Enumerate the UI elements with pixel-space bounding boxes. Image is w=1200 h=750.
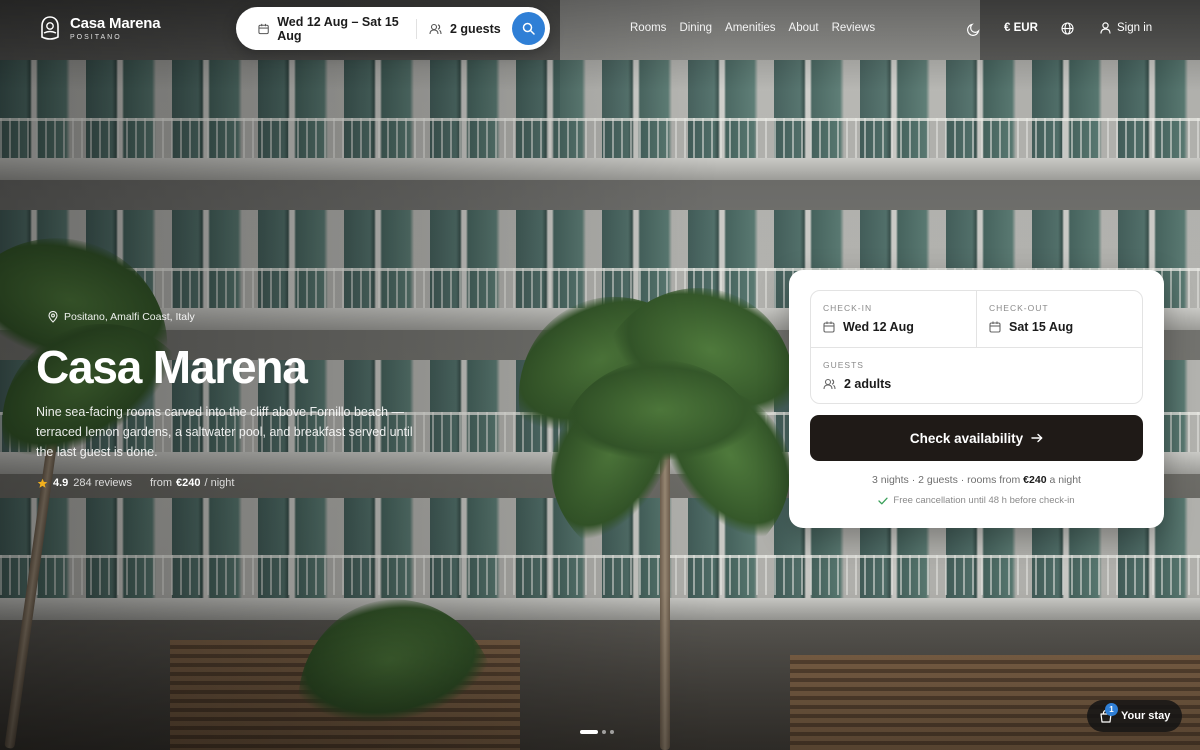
slider-dot-2[interactable] bbox=[602, 730, 606, 734]
language-selector[interactable] bbox=[1060, 21, 1074, 35]
guests-count-value: 2 adults bbox=[844, 377, 892, 391]
dark-mode-toggle[interactable] bbox=[966, 21, 982, 37]
user-icon bbox=[1100, 22, 1111, 34]
checkout-label: CHECK-OUT bbox=[989, 303, 1049, 313]
check-availability-label: Check availability bbox=[909, 430, 1024, 446]
summary-price: €240 bbox=[1023, 474, 1047, 486]
search-button[interactable] bbox=[512, 12, 545, 45]
summary-suffix: a night bbox=[1049, 474, 1081, 486]
users-icon bbox=[823, 378, 836, 390]
star-icon bbox=[37, 478, 48, 488]
booking-fields: CHECK-IN Wed 12 Aug CHECK-OUT Sat 15 Aug… bbox=[810, 290, 1143, 404]
cancellation-text: Free cancellation until 48 h before chec… bbox=[893, 495, 1075, 506]
dates-value: Wed 12 Aug – Sat 15 Aug bbox=[277, 14, 399, 43]
currency-selector[interactable]: € EUR bbox=[1004, 22, 1038, 34]
price-value: €240 bbox=[176, 477, 201, 489]
nav-link-rooms[interactable]: Rooms bbox=[630, 22, 666, 34]
nav-link-dining[interactable]: Dining bbox=[679, 22, 712, 34]
guests-selector[interactable]: 2 guests bbox=[417, 22, 510, 36]
slider-dots bbox=[580, 730, 614, 734]
your-stay-button[interactable]: 1 Your stay bbox=[1087, 700, 1182, 732]
check-availability-button[interactable]: Check availability bbox=[810, 415, 1143, 461]
stay-count-badge: 1 bbox=[1105, 703, 1118, 716]
price-prefix: from bbox=[150, 477, 172, 489]
cancellation-note: Free cancellation until 48 h before chec… bbox=[789, 495, 1164, 506]
checkin-value: Wed 12 Aug bbox=[843, 320, 914, 334]
brand-logo[interactable]: Casa Marena POSITANO bbox=[40, 14, 161, 41]
checkout-value: Sat 15 Aug bbox=[1009, 320, 1074, 334]
top-overlay bbox=[0, 0, 1200, 90]
check-icon bbox=[878, 497, 889, 504]
slider-dot-1[interactable] bbox=[580, 730, 598, 734]
calendar-icon bbox=[823, 321, 835, 333]
shell-logo-icon bbox=[41, 16, 59, 40]
moon-icon bbox=[967, 23, 980, 36]
hotel-rating-price: 4.9 284 reviews from €240 / night bbox=[37, 477, 234, 489]
location-text: Positano, Amalfi Coast, Italy bbox=[64, 311, 195, 323]
guests-field[interactable]: GUESTS 2 adults bbox=[811, 348, 1143, 404]
calendar-icon bbox=[989, 321, 1001, 333]
hotel-description: Nine sea-facing rooms carved into the cl… bbox=[36, 405, 413, 459]
price-suffix: / night bbox=[204, 477, 235, 489]
your-stay-label: Your stay bbox=[1121, 710, 1171, 722]
hotel-title: Casa Marena bbox=[36, 341, 308, 393]
main-nav: Rooms Dining Amenities About Reviews bbox=[630, 22, 875, 34]
rating-value: 4.9 bbox=[53, 477, 69, 489]
checkin-label: CHECK-IN bbox=[823, 303, 873, 313]
calendar-icon bbox=[258, 23, 269, 34]
search-pill: Wed 12 Aug – Sat 15 Aug 2 guests bbox=[236, 7, 550, 50]
slider-dot-3[interactable] bbox=[610, 730, 614, 734]
bottom-overlay bbox=[0, 590, 1200, 750]
sign-in-label: Sign in bbox=[1117, 22, 1153, 34]
dates-selector[interactable]: Wed 12 Aug – Sat 15 Aug bbox=[236, 15, 416, 43]
brand-subtitle: POSITANO bbox=[70, 33, 122, 41]
sign-in-button[interactable]: Sign in bbox=[1100, 22, 1152, 34]
users-icon bbox=[429, 23, 442, 34]
nav-link-reviews[interactable]: Reviews bbox=[832, 22, 875, 34]
stay-summary: 3 nights · 2 guests · rooms from €240 a … bbox=[789, 474, 1164, 486]
arrow-right-icon bbox=[1031, 433, 1043, 443]
guests-label: GUESTS bbox=[823, 360, 864, 370]
checkin-field[interactable]: CHECK-IN Wed 12 Aug bbox=[811, 291, 976, 347]
brand-name: Casa Marena bbox=[70, 14, 161, 32]
map-pin-icon bbox=[48, 311, 58, 323]
booking-card: CHECK-IN Wed 12 Aug CHECK-OUT Sat 15 Aug… bbox=[789, 270, 1164, 528]
hotel-location: Positano, Amalfi Coast, Italy bbox=[48, 311, 195, 323]
guests-value: 2 guests bbox=[450, 21, 501, 36]
nav-link-about[interactable]: About bbox=[789, 22, 819, 34]
summary-prefix: 3 nights · 2 guests · rooms from bbox=[872, 474, 1021, 486]
reviews-link[interactable]: 284 reviews bbox=[73, 477, 132, 489]
nav-link-amenities[interactable]: Amenities bbox=[725, 22, 776, 34]
globe-icon bbox=[1060, 21, 1074, 35]
search-icon bbox=[522, 22, 535, 35]
checkout-field[interactable]: CHECK-OUT Sat 15 Aug bbox=[977, 291, 1143, 347]
